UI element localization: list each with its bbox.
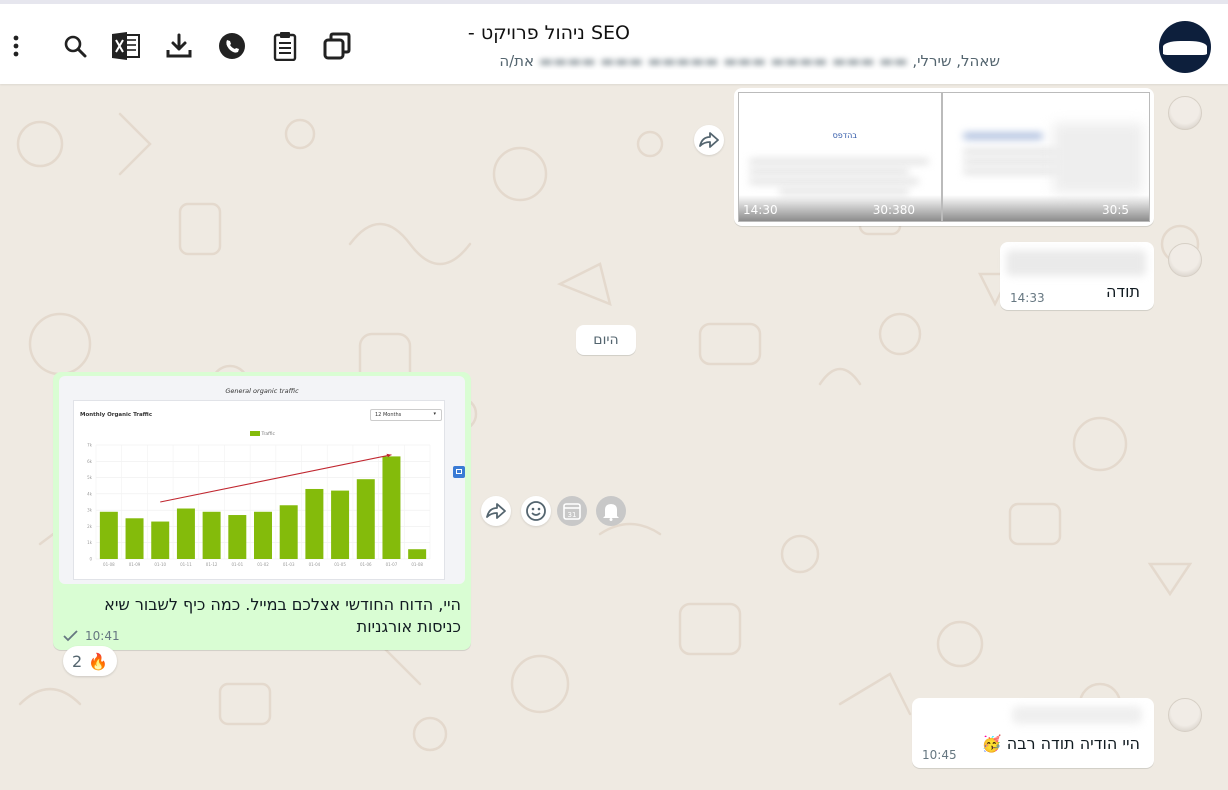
report-time: 10:41 <box>85 629 120 643</box>
whatsapp-icon[interactable] <box>216 28 248 64</box>
last-message-bubble[interactable]: היי הודיה תודה רבה 🥳 10:45 <box>912 698 1154 768</box>
copy-icon[interactable] <box>321 28 353 64</box>
sender-avatar[interactable] <box>1168 243 1202 277</box>
group-avatar[interactable] <box>1159 21 1211 73</box>
schedule-button[interactable]: 31 <box>557 496 587 526</box>
y-tick-label: 2k <box>87 524 93 529</box>
range-dropdown[interactable]: 12 Months ▾ <box>370 409 442 421</box>
participants-blurred: ▬▬ ▬▬▬ ▬▬▬▬ ▬▬▬ ▬▬▬▬▬ ▬▬▬ ▬▬▬▬ <box>534 52 908 70</box>
last-text: היי הודיה תודה רבה <box>1006 734 1140 753</box>
chart-bar <box>202 511 221 559</box>
chart-bar <box>228 515 247 559</box>
participants-visible: שאהל, שירלי, <box>912 52 1000 70</box>
legend-label: Traffic <box>261 432 275 437</box>
y-tick-label: 5k <box>87 475 93 480</box>
x-tick-label: 01-11 <box>180 562 192 567</box>
x-tick-label: 01-10 <box>154 562 166 567</box>
thanks-text: תודה <box>1105 282 1140 301</box>
calendar-badge-icon <box>453 466 465 478</box>
y-tick-label: 0 <box>89 557 92 562</box>
x-tick-label: 01-08 <box>411 562 423 567</box>
chart-bar <box>408 549 427 559</box>
chart-bar <box>305 488 324 559</box>
y-tick-label: 3k <box>87 508 93 513</box>
report-image[interactable]: General organic traffic Monthly Organic … <box>59 376 465 584</box>
check-icon <box>63 630 78 642</box>
fire-emoji-icon: 🔥 <box>88 651 109 671</box>
reaction-pill[interactable]: 2 🔥 <box>63 646 117 676</box>
doc-time-left: 14:30 <box>743 203 778 217</box>
chart-panel: Monthly Organic Traffic 12 Months ▾ Traf… <box>73 400 445 580</box>
reaction-count: 2 <box>71 651 83 671</box>
x-tick-label: 01-08 <box>103 562 115 567</box>
doc-image-2[interactable]: 30:5 <box>942 92 1150 222</box>
chart-bar <box>382 456 401 559</box>
forward-button[interactable] <box>481 496 511 526</box>
report-text: היי, הדוח החודשי אצלכם במייל. כמה כיף לש… <box>104 595 461 636</box>
x-tick-label: 01-07 <box>386 562 398 567</box>
report-meta: 10:41 <box>63 629 120 643</box>
sender-avatar[interactable] <box>1168 96 1202 130</box>
menu-dots-icon[interactable] <box>0 28 32 64</box>
chart-bar <box>125 518 144 559</box>
participants-tail: את/ה <box>499 52 535 70</box>
last-text-row: היי הודיה תודה רבה 🥳 <box>982 734 1140 753</box>
chart-bar <box>356 479 375 559</box>
blurred-sender-name <box>1006 250 1146 276</box>
calendar-icon: 31 <box>563 503 581 520</box>
chart-bar <box>176 508 195 559</box>
chart-panel-title: Monthly Organic Traffic <box>80 412 153 418</box>
chat-header: SEO ניהול פרויקט - שאהל, שירלי, ▬▬ ▬▬▬ ▬… <box>0 0 1228 84</box>
x-tick-label: 01-03 <box>283 562 295 567</box>
chart-bar <box>279 505 298 559</box>
x-tick-label: 01-01 <box>231 562 243 567</box>
doc-time-mid: 30:380 <box>872 203 915 217</box>
emoji-react-button[interactable] <box>521 496 551 526</box>
doc-message-bubble[interactable]: בהדפס 14:30 30:380 30:5 <box>734 88 1154 226</box>
chat-participants[interactable]: שאהל, שירלי, ▬▬ ▬▬▬ ▬▬▬▬ ▬▬▬ ▬▬▬▬▬ ▬▬▬ ▬… <box>420 52 1000 70</box>
clipboard-icon[interactable] <box>269 28 301 64</box>
x-tick-label: 01-06 <box>360 562 372 567</box>
download-icon[interactable] <box>163 28 195 64</box>
smiley-icon <box>526 501 546 521</box>
y-tick-label: 1k <box>87 540 93 545</box>
thanks-time: 14:33 <box>1010 291 1045 305</box>
range-dropdown-value: 12 Months <box>375 412 402 418</box>
search-icon[interactable] <box>59 28 91 64</box>
x-tick-label: 01-09 <box>129 562 141 567</box>
organic-traffic-chart: 0 1k 2k 3k 4k 5k 6k 7k 01-08 01-09 01-10 01-11 01-12… <box>87 443 431 567</box>
chart-bar <box>99 511 118 559</box>
legend-swatch <box>250 431 260 436</box>
x-tick-label: 01-05 <box>334 562 346 567</box>
bell-icon <box>603 504 619 521</box>
chart-legend: Traffic <box>250 431 275 437</box>
chart-bar <box>331 490 350 559</box>
sender-avatar[interactable] <box>1168 698 1202 732</box>
blurred-sender-name <box>1012 706 1142 724</box>
party-emoji-icon: 🥳 <box>981 734 1002 753</box>
svg-text:31: 31 <box>568 511 577 519</box>
last-time: 10:45 <box>922 748 957 762</box>
y-tick-label: 6k <box>87 459 93 464</box>
doc-image-1[interactable]: בהדפס 14:30 30:380 <box>738 92 942 222</box>
reminder-button[interactable] <box>596 496 626 526</box>
excel-icon[interactable] <box>110 28 142 64</box>
thanks-message-bubble[interactable]: תודה 14:33 <box>1000 242 1154 310</box>
chat-title: SEO ניהול פרויקט - <box>467 22 630 44</box>
report-message-bubble[interactable]: General organic traffic Monthly Organic … <box>53 372 471 650</box>
x-tick-label: 01-02 <box>257 562 269 567</box>
chart-bar <box>254 511 272 559</box>
forward-button[interactable] <box>694 125 724 155</box>
doc-link-text: בהדפס <box>832 131 857 140</box>
date-divider: היום <box>576 325 636 355</box>
chart-bar <box>151 521 170 559</box>
chevron-down-icon: ▾ <box>433 411 436 417</box>
x-tick-label: 01-04 <box>309 562 321 567</box>
y-tick-label: 7k <box>87 443 93 448</box>
x-tick-label: 01-12 <box>206 562 218 567</box>
chart-caption: General organic traffic <box>225 387 299 395</box>
y-tick-label: 4k <box>87 491 93 496</box>
doc-time-right: 30:5 <box>1102 203 1129 217</box>
